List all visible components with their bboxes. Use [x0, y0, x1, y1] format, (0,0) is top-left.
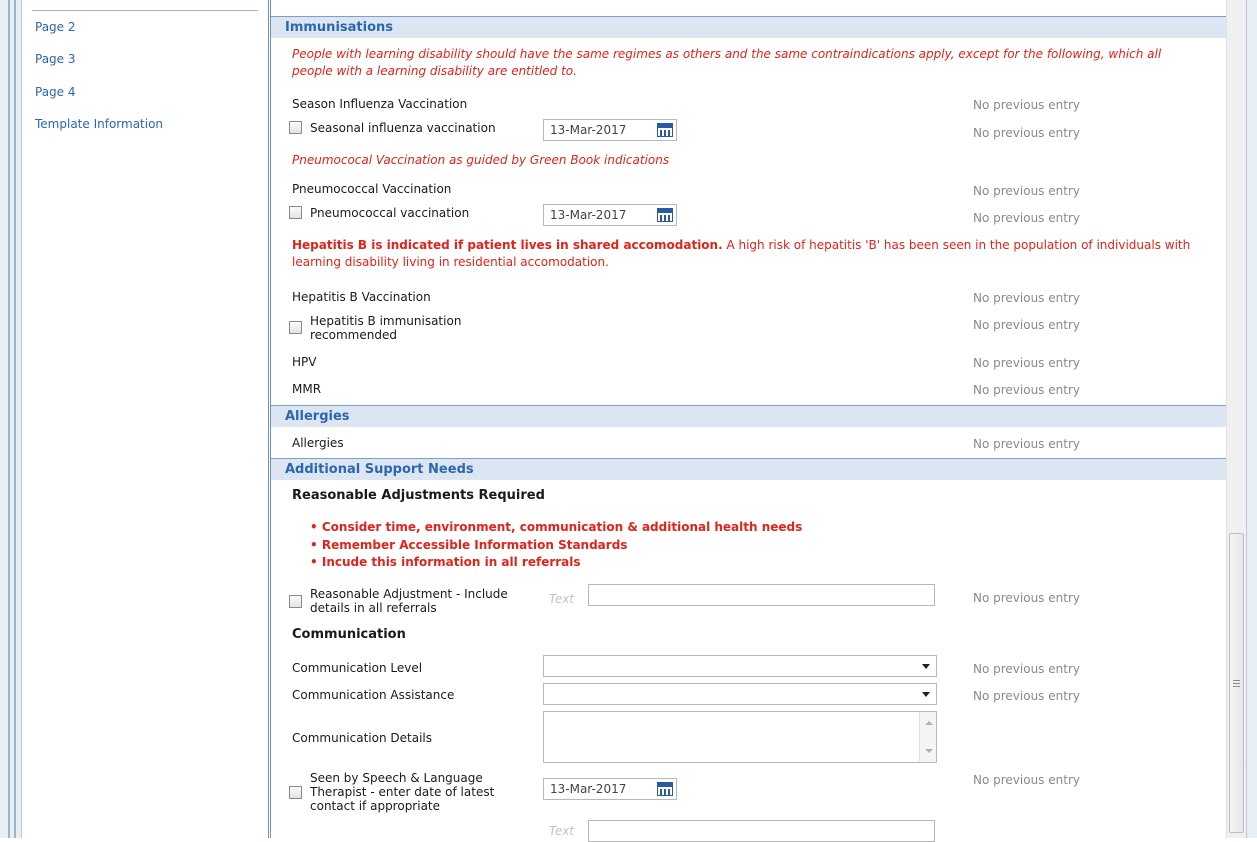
communication-level-dropdown[interactable]	[543, 655, 937, 677]
communication-assistance-label: Communication Assistance	[292, 688, 455, 702]
reasonable-adjustments-heading: Reasonable Adjustments Required	[292, 488, 545, 503]
date-value: 13-Mar-2017	[550, 208, 627, 222]
nav-divider	[32, 10, 258, 11]
grip-icon	[1233, 680, 1240, 688]
calendar-icon[interactable]	[657, 123, 673, 137]
adjustment-bullet: • Remember Accessible Information Standa…	[310, 538, 628, 552]
chevron-down-icon[interactable]	[922, 692, 930, 697]
communication-assistance-dropdown[interactable]	[543, 683, 937, 705]
previous-entry-text: No previous entry	[973, 184, 1080, 198]
text-field-placeholder: Text	[549, 824, 575, 838]
previous-entry-text: No previous entry	[973, 291, 1080, 305]
label-line: Hepatitis B immunisation	[310, 314, 462, 328]
edge-line	[14, 0, 16, 838]
hepatitis-b-immunisation-label: Hepatitis B immunisation recommended	[310, 314, 461, 342]
pneumococcal-date-field[interactable]: 13-Mar-2017	[543, 204, 677, 226]
communication-details-label: Communication Details	[292, 731, 432, 745]
communication-heading: Communication	[292, 627, 406, 642]
right-window-edge	[1246, 0, 1257, 838]
scroll-up-icon[interactable]	[925, 721, 933, 725]
label-line: Therapist - enter date of latest	[310, 785, 495, 799]
seasonal-influenza-date-field[interactable]: 13-Mar-2017	[543, 119, 677, 141]
pneumococcal-note: Pneumococal Vaccination as guided by Gre…	[292, 153, 670, 167]
speech-language-therapist-label: Seen by Speech & Language Therapist - en…	[310, 771, 494, 813]
vertical-scrollbar[interactable]	[1226, 0, 1246, 838]
scroll-down-icon[interactable]	[925, 749, 933, 753]
label-line: Seen by Speech & Language	[310, 771, 483, 785]
pneumococcal-vaccination-checkbox[interactable]	[289, 206, 302, 219]
hepatitis-b-note-emphasis: Hepatitis B is indicated if patient live…	[292, 238, 723, 252]
allergies-label: Allergies	[292, 436, 344, 450]
adjustment-bullet: • Incude this information in all referra…	[310, 555, 581, 569]
previous-entry-text: No previous entry	[973, 383, 1080, 397]
edge-line	[8, 0, 10, 838]
nav-item-page-4[interactable]: Page 4	[35, 85, 76, 99]
date-value: 13-Mar-2017	[550, 782, 627, 796]
pneumococcal-vaccination-label: Pneumococcal Vaccination	[292, 182, 452, 196]
speech-language-therapist-date-field[interactable]: 13-Mar-2017	[543, 778, 677, 800]
left-window-edge	[0, 0, 22, 838]
section-header-immunisations[interactable]: Immunisations	[271, 16, 1226, 38]
hpv-label: HPV	[292, 355, 317, 369]
previous-entry-text: No previous entry	[973, 318, 1080, 332]
reasonable-adjustment-checkbox[interactable]	[289, 595, 302, 608]
speech-language-therapist-checkbox[interactable]	[289, 786, 302, 799]
pneumococcal-vaccination-cb-label: Pneumococcal vaccination	[310, 206, 470, 220]
previous-entry-text: No previous entry	[973, 211, 1080, 225]
hepatitis-b-vaccination-label: Hepatitis B Vaccination	[292, 290, 431, 304]
communication-level-label: Communication Level	[292, 661, 423, 675]
text-field-placeholder: Text	[549, 592, 575, 606]
label-line: contact if appropriate	[310, 799, 441, 813]
previous-entry-text: No previous entry	[973, 591, 1080, 605]
mmr-label: MMR	[292, 382, 322, 396]
app-frame: Page 2 Page 3 Page 4 Template Informatio…	[0, 0, 1257, 842]
textarea-scrollbar[interactable]	[919, 712, 936, 762]
reasonable-adjustment-text-field[interactable]	[588, 584, 935, 606]
previous-entry-text: No previous entry	[973, 356, 1080, 370]
seasonal-influenza-checkbox[interactable]	[289, 121, 302, 134]
hepatitis-b-immunisation-checkbox[interactable]	[289, 321, 302, 334]
previous-entry-text: No previous entry	[973, 689, 1080, 703]
section-header-allergies[interactable]: Allergies	[271, 405, 1226, 427]
chevron-down-icon[interactable]	[922, 664, 930, 669]
reasonable-adjustment-label: Reasonable Adjustment - Include details …	[310, 587, 508, 615]
scrollbar-thumb[interactable]	[1229, 533, 1244, 833]
label-line: details in all referrals	[310, 601, 437, 615]
calendar-icon[interactable]	[657, 208, 673, 222]
date-value: 13-Mar-2017	[550, 123, 627, 137]
hepatitis-b-note: Hepatitis B is indicated if patient live…	[292, 237, 1192, 271]
label-line: Reasonable Adjustment - Include	[310, 587, 508, 601]
template-content: Immunisations People with learning disab…	[270, 0, 1226, 842]
immunisations-intro-note: People with learning disability should h…	[292, 47, 1162, 78]
previous-entry-text: No previous entry	[973, 437, 1080, 451]
calendar-icon[interactable]	[657, 782, 673, 796]
communication-details-textarea[interactable]	[543, 711, 937, 763]
nav-item-template-information[interactable]: Template Information	[35, 117, 163, 131]
season-influenza-label: Season Influenza Vaccination	[292, 97, 468, 111]
adjustment-bullet: • Consider time, environment, communicat…	[310, 520, 803, 534]
template-navigation: Page 2 Page 3 Page 4 Template Informatio…	[22, 0, 269, 838]
speech-language-therapist-text-field[interactable]	[588, 820, 935, 842]
nav-item-page-2[interactable]: Page 2	[35, 20, 76, 34]
section-header-additional-support-needs[interactable]: Additional Support Needs	[271, 458, 1226, 480]
previous-entry-text: No previous entry	[973, 98, 1080, 112]
seasonal-influenza-label: Seasonal influenza vaccination	[310, 121, 496, 135]
label-line: recommended	[310, 328, 397, 342]
previous-entry-text: No previous entry	[973, 773, 1080, 787]
previous-entry-text: No previous entry	[973, 126, 1080, 140]
nav-item-page-3[interactable]: Page 3	[35, 52, 76, 66]
previous-entry-text: No previous entry	[973, 662, 1080, 676]
